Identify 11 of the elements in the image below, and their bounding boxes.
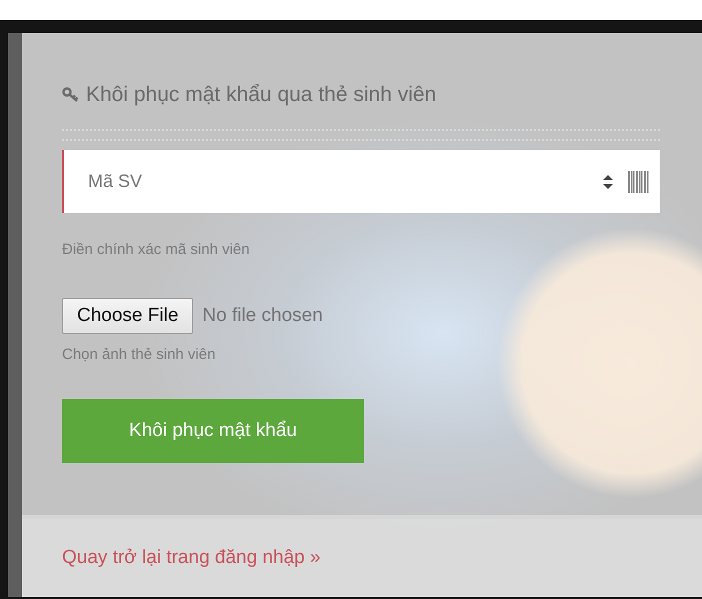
submit-button[interactable]: Khôi phục mật khẩu (62, 399, 364, 463)
choose-file-button[interactable]: Choose File (62, 298, 194, 334)
file-status: No file chosen (202, 305, 323, 327)
spinner-icon[interactable] (602, 172, 614, 190)
back-link[interactable]: Quay trở lại trang đăng nhập » (62, 547, 321, 569)
form-title: Khôi phục mật khẩu qua thẻ sinh viên (86, 83, 436, 107)
field-hint: Điền chính xác mã sinh viên (62, 241, 251, 258)
file-hint: Chọn ảnh thẻ sinh viên (62, 346, 216, 363)
barcode-icon[interactable] (628, 170, 650, 192)
key-icon (62, 87, 80, 103)
student-id-field[interactable]: Mã SV (62, 150, 660, 213)
